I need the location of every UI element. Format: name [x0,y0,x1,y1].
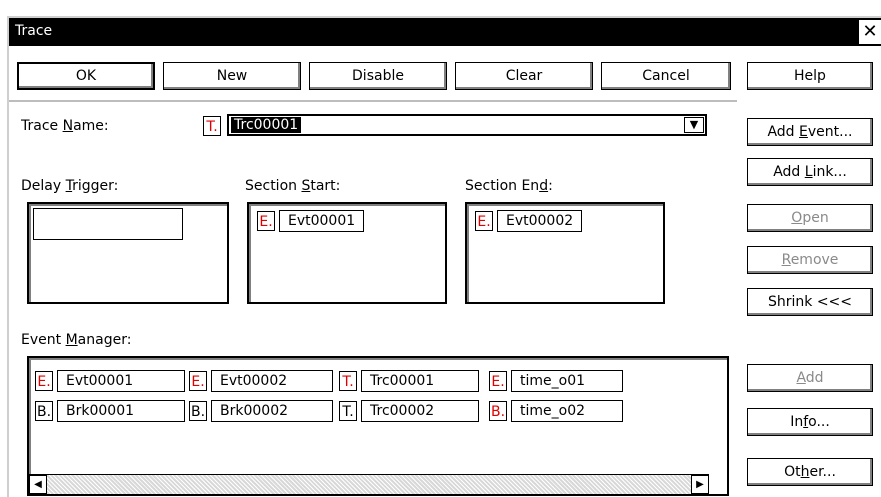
clear-button[interactable]: Clear [455,62,593,90]
event-manager-label: Event Manager: [21,332,132,348]
other-button[interactable]: Other... [747,458,873,486]
event-tag-icon: E. [189,371,207,391]
shrink-button[interactable]: Shrink <<< [747,288,873,316]
separator [9,100,737,102]
section-start-event[interactable]: E. Evt00001 [257,210,365,232]
open-button[interactable]: Open [747,204,873,232]
scroll-left-icon[interactable]: ◀ [29,475,47,494]
event-item[interactable]: E. Evt00001 [35,370,185,392]
delay-trigger-label: Delay Trigger: [21,178,119,194]
event-tag-icon: E. [35,371,53,391]
remove-button[interactable]: Remove [747,246,873,274]
scroll-right-icon[interactable]: ▶ [691,475,709,494]
chevron-down-icon[interactable]: ▼ [684,117,704,133]
section-end-label: Section End: [465,178,553,194]
horizontal-scrollbar[interactable]: ◀ ▶ [29,474,709,494]
help-button[interactable]: Help [747,62,873,90]
event-item[interactable]: T. Trc00002 [339,400,479,422]
trace-name-value[interactable]: Trc00001 [231,117,302,133]
section-start-box[interactable]: E. Evt00001 [247,202,447,304]
delay-trigger-box[interactable] [27,202,229,304]
event-item[interactable]: E. Evt00002 [189,370,333,392]
cancel-button[interactable]: Cancel [601,62,731,90]
trace-name-combobox[interactable]: Trc00001 ▼ [227,114,707,136]
event-item[interactable]: T. Trc00001 [339,370,479,392]
break-tag-icon: B. [35,401,53,421]
section-start-label: Section Start: [245,178,341,194]
info-button[interactable]: Info... [747,408,873,436]
event-item[interactable]: B. Brk00001 [35,400,185,422]
break-tag-icon: B. [489,401,507,421]
new-button[interactable]: New [163,62,301,90]
trace-dialog: Trace ✕ OK New Disable Clear Cancel Help… [7,16,881,497]
event-item[interactable]: E. time_o01 [489,370,623,392]
event-item[interactable]: B. Brk00002 [189,400,333,422]
add-link-button[interactable]: Add Link... [747,158,873,186]
window-title: Trace [15,23,53,39]
disable-button[interactable]: Disable [309,62,447,90]
close-icon[interactable]: ✕ [859,20,881,44]
delay-trigger-field[interactable] [33,208,183,240]
event-tag-icon: E. [489,371,507,391]
add-event-button[interactable]: Add Event... [747,118,873,146]
break-tag-icon: B. [189,401,207,421]
section-end-event[interactable]: E. Evt00002 [475,210,583,232]
trace-tag-icon: T. [203,116,221,136]
add-button[interactable]: Add [747,364,873,392]
trace-name-label: Trace Name: [21,118,109,134]
trace-tag-icon: T. [339,371,357,391]
title-bar: Trace ✕ [9,18,881,46]
event-item[interactable]: B. time_o02 [489,400,623,422]
event-tag-icon: E. [475,211,493,231]
trace-tag-icon: T. [339,401,357,421]
section-end-box[interactable]: E. Evt00002 [465,202,665,304]
ok-button[interactable]: OK [17,62,155,90]
event-tag-icon: E. [257,211,275,231]
